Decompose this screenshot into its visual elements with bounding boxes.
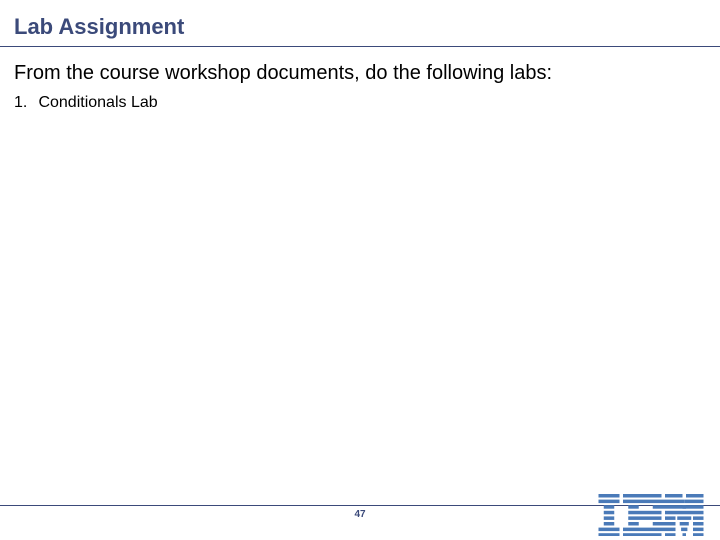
list-item-number: 1. (14, 94, 34, 112)
list-item: 1. Conditionals Lab (14, 94, 706, 112)
ibm-logo-icon (596, 494, 706, 536)
title-underline (0, 46, 720, 47)
slide: Lab Assignment From the course workshop … (0, 0, 720, 540)
slide-title: Lab Assignment (14, 14, 184, 40)
labs-list: 1. Conditionals Lab (14, 94, 706, 118)
body-intro-text: From the course workshop documents, do t… (14, 62, 706, 85)
list-item-text: Conditionals Lab (38, 94, 157, 111)
